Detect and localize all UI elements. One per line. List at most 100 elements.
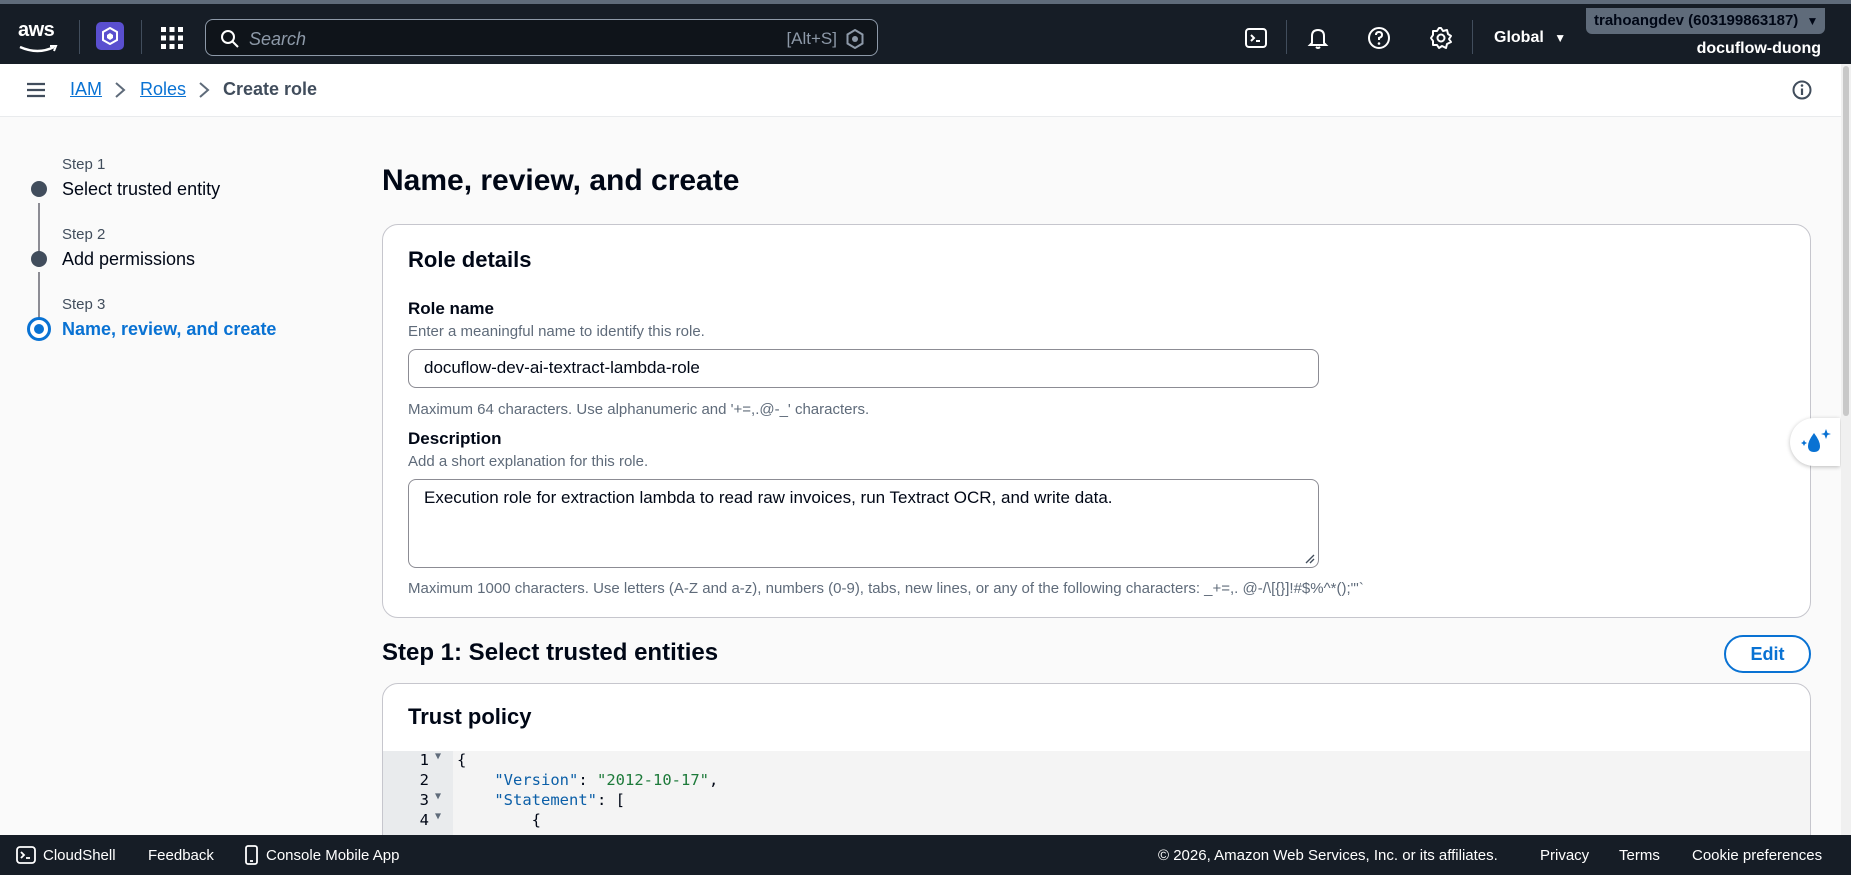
step-indicator xyxy=(31,181,47,197)
json-punct: : [ xyxy=(596,791,625,809)
step-number: Step 1 xyxy=(62,156,106,173)
line-number: 1 xyxy=(419,751,429,769)
code-line: 1 ▼ { xyxy=(383,751,1810,771)
hamburger-menu-icon[interactable] xyxy=(26,80,46,100)
divider xyxy=(1472,20,1473,54)
fold-caret-icon[interactable]: ▼ xyxy=(435,811,441,822)
wizard-step-1[interactable]: Step 1 Select trusted entity xyxy=(62,156,220,200)
step-number: Step 2 xyxy=(62,226,106,243)
scrollbar-thumb[interactable] xyxy=(1843,66,1849,416)
mobile-phone-icon xyxy=(245,845,258,865)
divider xyxy=(141,20,142,54)
caret-down-icon: ▼ xyxy=(1806,14,1819,28)
region-label: Global xyxy=(1494,29,1544,46)
search-icon xyxy=(221,30,239,48)
resize-handle-icon[interactable] xyxy=(1305,554,1315,564)
chevron-right-icon xyxy=(115,82,126,98)
scrollbar[interactable] xyxy=(1841,64,1851,835)
organization-label: docuflow-duong xyxy=(1696,40,1821,57)
breadcrumb-iam[interactable]: IAM xyxy=(70,79,102,100)
chevron-right-icon xyxy=(199,82,210,98)
role-name-hint: Enter a meaningful name to identify this… xyxy=(408,323,705,340)
step1-heading: Step 1: Select trusted entities xyxy=(382,639,719,666)
settings-gear-icon[interactable] xyxy=(1429,26,1453,50)
line-number: 3 xyxy=(419,791,429,809)
page-title: Name, review, and create xyxy=(382,164,740,197)
breadcrumb-current: Create role xyxy=(223,79,318,99)
step-title: Select trusted entity xyxy=(62,179,221,199)
code-text: { xyxy=(457,811,541,829)
ai-assistant-icon xyxy=(846,29,864,49)
breadcrumb-bar: IAM Roles Create role xyxy=(0,64,1841,117)
code-line: 3 ▼ "Statement": [ xyxy=(383,791,1810,811)
notifications-bell-icon[interactable] xyxy=(1306,26,1330,50)
service-favorite-icon[interactable] xyxy=(96,22,124,50)
step-title: Add permissions xyxy=(62,249,196,269)
wizard-step-2[interactable]: Step 2 Add permissions xyxy=(62,226,195,270)
footer: CloudShell Feedback Console Mobile App ©… xyxy=(0,835,1851,875)
role-name-label: Role name xyxy=(408,299,494,318)
json-key: "Version" xyxy=(494,771,579,789)
footer-cloudshell[interactable]: CloudShell xyxy=(43,847,116,864)
footer-copyright: © 2026, Amazon Web Services, Inc. or its… xyxy=(1158,847,1498,864)
cloudshell-icon[interactable] xyxy=(1244,26,1268,50)
footer-privacy[interactable]: Privacy xyxy=(1540,847,1589,864)
footer-terms[interactable]: Terms xyxy=(1619,847,1660,864)
cloudshell-icon xyxy=(16,846,36,864)
edit-button[interactable]: Edit xyxy=(1724,635,1811,673)
section-heading: Trust policy xyxy=(408,704,532,729)
json-punct: , xyxy=(708,771,719,789)
step-indicator xyxy=(31,251,47,267)
json-key: "Statement" xyxy=(494,791,597,809)
role-details-card: Role details Role name Enter a meaningfu… xyxy=(382,224,1811,618)
code-text: "Statement": [ xyxy=(457,791,625,809)
wizard-step-3: Step 3 Name, review, and create xyxy=(62,296,276,340)
line-number: 4 xyxy=(419,811,429,829)
section-heading: Role details xyxy=(408,247,532,272)
fold-caret-icon[interactable]: ▼ xyxy=(435,791,441,802)
info-icon[interactable] xyxy=(1792,80,1812,100)
search-shortcut: [Alt+S] xyxy=(786,29,837,48)
aws-logo[interactable]: aws xyxy=(18,19,62,53)
code-text: { xyxy=(457,751,467,769)
description-textarea[interactable]: Execution role for extraction lambda to … xyxy=(408,479,1319,568)
json-punct: : xyxy=(578,771,597,789)
trust-policy-card: Trust policy 1 ▼ { 2 "Version": "2012-10… xyxy=(382,683,1811,853)
description-hint: Add a short explanation for this role. xyxy=(408,453,649,470)
step-title: Name, review, and create xyxy=(62,319,277,339)
role-name-constraint: Maximum 64 characters. Use alphanumeric … xyxy=(408,401,870,418)
account-label: trahoangdev (603199863187) xyxy=(1594,12,1799,29)
fold-caret-icon[interactable]: ▼ xyxy=(435,751,441,762)
help-icon[interactable] xyxy=(1367,26,1391,50)
step-indicator-active xyxy=(27,317,51,341)
divider xyxy=(79,20,80,54)
role-name-input[interactable]: docuflow-dev-ai-textract-lambda-role xyxy=(408,349,1319,388)
footer-feedback[interactable]: Feedback xyxy=(148,847,214,864)
description-value: Execution role for extraction lambda to … xyxy=(424,488,1113,507)
aws-logo-text: aws xyxy=(18,19,55,41)
description-label: Description xyxy=(408,429,502,448)
json-string: "2012-10-17" xyxy=(597,771,709,789)
top-navigation: aws Search [Alt+S] Global ▼ trahoangdev … xyxy=(0,0,1851,64)
breadcrumb-roles[interactable]: Roles xyxy=(140,79,186,100)
sparkle-drop-icon xyxy=(1801,429,1831,452)
footer-cookie-preferences[interactable]: Cookie preferences xyxy=(1692,847,1822,864)
code-editor[interactable]: 1 ▼ { 2 "Version": "2012-10-17", 3 ▼ "St… xyxy=(383,751,1810,841)
code-line: 2 "Version": "2012-10-17", xyxy=(383,771,1810,791)
step-number: Step 3 xyxy=(62,296,106,313)
caret-down-icon: ▼ xyxy=(1554,31,1567,45)
description-constraint: Maximum 1000 characters. Use letters (A-… xyxy=(408,580,1364,597)
divider xyxy=(1286,20,1287,54)
account-menu[interactable]: trahoangdev (603199863187) ▼ xyxy=(1586,8,1825,34)
services-grid-icon[interactable] xyxy=(160,26,184,50)
footer-mobile-app[interactable]: Console Mobile App xyxy=(266,847,399,864)
search-placeholder: Search xyxy=(249,29,307,49)
search-input[interactable]: Search [Alt+S] xyxy=(205,19,878,56)
ai-assistant-button[interactable] xyxy=(1790,418,1840,466)
aws-smile-icon xyxy=(19,45,58,53)
code-line: 4 ▼ { xyxy=(383,811,1810,831)
region-selector[interactable]: Global ▼ xyxy=(1494,29,1566,47)
line-number: 2 xyxy=(419,771,429,789)
main-content: Step 1 Select trusted entity Step 2 Add … xyxy=(0,117,1841,853)
code-text: "Version": "2012-10-17", xyxy=(457,771,718,789)
